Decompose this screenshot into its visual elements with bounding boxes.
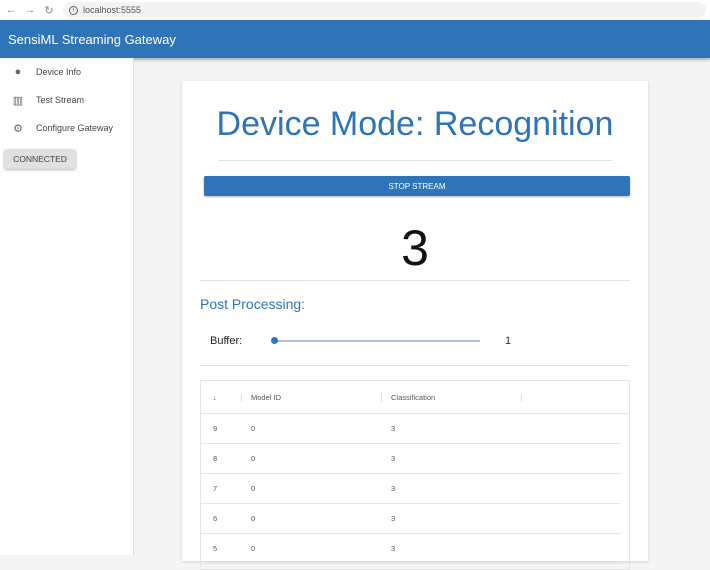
divider xyxy=(218,160,612,161)
table-cell: 3 xyxy=(391,484,396,493)
sidebar: ● Device Info ▥ Test Stream ⚙ Configure Gat… xyxy=(0,58,134,555)
sidebar-item-label: Test Stream xyxy=(36,95,85,105)
table-row[interactable]: 8 0 3 xyxy=(201,444,621,474)
table-row[interactable]: 5 0 3 xyxy=(201,534,621,564)
buffer-slider[interactable] xyxy=(271,337,480,344)
table-cell: 7 xyxy=(213,484,218,493)
divider xyxy=(200,280,630,281)
column-separator xyxy=(381,392,382,402)
slider-thumb[interactable] xyxy=(271,337,278,344)
column-model-id[interactable]: Model ID xyxy=(251,393,281,402)
table-cell: 3 xyxy=(391,424,396,433)
reload-icon[interactable]: ↻ xyxy=(41,4,57,17)
connected-button[interactable]: CONNECTED xyxy=(4,149,76,169)
table-row[interactable]: 6 0 3 xyxy=(201,504,621,534)
info-icon: i xyxy=(69,5,78,15)
recognition-card: Device Mode: Recognition STOP STREAM 3 P… xyxy=(182,81,648,570)
table-cell: 0 xyxy=(251,514,256,523)
results-table: ↓ Model ID Classification 9 0 3 8 0 3 7 0 3 6 0 3 5 0… xyxy=(200,380,630,570)
column-separator xyxy=(521,392,522,402)
table-cell: 6 xyxy=(213,514,218,523)
sidebar-item-label: Configure Gateway xyxy=(36,123,114,133)
sidebar-item-label: Device Info xyxy=(36,67,82,77)
current-classification: 3 xyxy=(401,220,429,276)
app-title: SensiML Streaming Gateway xyxy=(8,31,176,47)
address-bar[interactable]: i localhost:5555 xyxy=(63,2,706,18)
table-row[interactable]: 7 0 3 xyxy=(201,474,621,504)
sort-arrow-icon[interactable]: ↓ xyxy=(213,393,217,402)
table-row[interactable]: 9 0 3 xyxy=(201,414,621,444)
sidebar-item-configure-gateway[interactable]: ⚙ Configure Gateway xyxy=(0,114,133,142)
info-icon: ● xyxy=(14,66,22,78)
gear-icon: ⚙ xyxy=(13,122,23,135)
bar-chart-icon: ▥ xyxy=(12,94,24,107)
table-header: ↓ Model ID Classification xyxy=(201,381,629,414)
sidebar-item-test-stream[interactable]: ▥ Test Stream xyxy=(0,86,133,114)
app-bar: SensiML Streaming Gateway xyxy=(0,20,710,58)
sidebar-item-device-info[interactable]: ● Device Info xyxy=(0,58,133,86)
table-cell: 0 xyxy=(251,454,256,463)
table-cell: 9 xyxy=(213,424,218,433)
post-processing-heading: Post Processing: xyxy=(200,296,306,312)
url-text: localhost:5555 xyxy=(83,5,142,15)
table-cell: 0 xyxy=(251,544,256,553)
page-title: Device Mode: Recognition xyxy=(216,105,614,143)
table-cell: 3 xyxy=(391,454,396,463)
table-cell: 0 xyxy=(251,484,256,493)
table-cell: 3 xyxy=(391,514,396,523)
table-cell: 5 xyxy=(213,544,218,553)
browser-toolbar: ← → ↻ i localhost:5555 xyxy=(0,0,710,20)
forward-icon[interactable]: → xyxy=(22,4,38,16)
divider xyxy=(200,365,630,366)
table-cell: 8 xyxy=(213,454,218,463)
buffer-label: Buffer: xyxy=(210,335,243,347)
buffer-value: 1 xyxy=(505,335,512,347)
stop-stream-button[interactable]: STOP STREAM xyxy=(204,176,630,196)
back-icon[interactable]: ← xyxy=(3,4,19,16)
table-cell: 0 xyxy=(251,424,256,433)
column-separator xyxy=(241,392,242,402)
table-cell: 3 xyxy=(391,544,396,553)
column-classification[interactable]: Classification xyxy=(391,393,435,402)
